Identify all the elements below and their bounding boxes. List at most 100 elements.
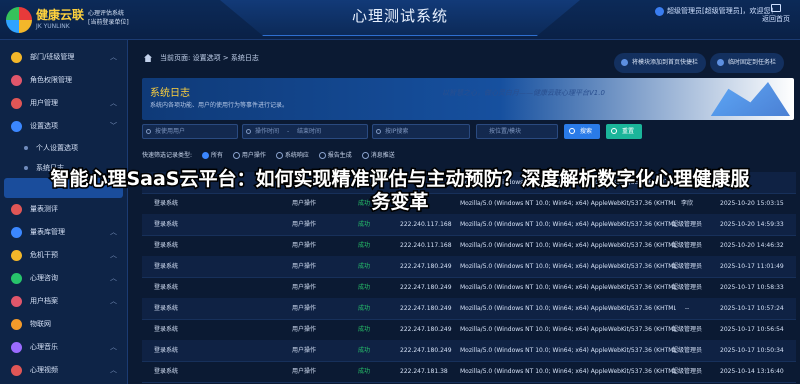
- pin-to-taskbar-button[interactable]: 临时固定到任务栏: [710, 53, 785, 73]
- cell-time: 2025-10-14 13:16:40: [720, 368, 784, 375]
- reset-button-label: 重置: [622, 128, 635, 135]
- sidebar-subitem-active[interactable]: [4, 178, 123, 198]
- table-row[interactable]: 登录系统 用户操作 成功 222.240.117.168 Mozilla/5.0 (Wi…: [142, 214, 796, 236]
- table-row[interactable]: 登录系统 用户操作 成功 222.240.117.168 Mozilla/5.0 (Wi…: [142, 235, 796, 257]
- department-icon: [11, 52, 22, 63]
- app-logo[interactable]: 健康云联 JK YUNLINK 心理评估系统 [当前登录单位]: [6, 5, 154, 35]
- calendar-icon: [246, 129, 251, 134]
- table-row[interactable]: 登录系统 用户操作 成功 222.247.180.249 Mozilla/5.0 (Wi…: [142, 256, 796, 278]
- cell-op: 登录系统: [154, 200, 179, 207]
- cell-type: 用户操作: [292, 263, 317, 270]
- cell-ip: 222.247.180.249: [400, 326, 452, 333]
- cell-time: 2025-10-17 11:01:49: [720, 263, 784, 270]
- sidebar-item-crisis[interactable]: 危机干预 ︿: [0, 244, 127, 267]
- sidebar-item-music[interactable]: 心理音乐 ︿: [0, 336, 127, 359]
- cell-time: 2025-10-20 15:03:15: [720, 200, 784, 207]
- search-icon: [376, 129, 381, 134]
- log-table: 登录系统 用户操作 成功 Mozilla/5.0 (Windows NT 10.0; …: [142, 172, 796, 384]
- type-option-label: 用户操作: [241, 152, 266, 159]
- sidebar-item-user[interactable]: 用户管理 ︿: [0, 92, 127, 115]
- sidebar-item-scale[interactable]: 量表测评: [0, 198, 127, 221]
- sidebar-item-role[interactable]: 角色权限管理: [0, 69, 127, 92]
- cell-time: 2025-10-20 14:46:32: [720, 242, 784, 249]
- cell-time: 2025-10-17 10:50:34: [720, 347, 784, 354]
- sidebar-subitem-personal[interactable]: 个人设置选项: [0, 138, 127, 158]
- table-row[interactable]: 登录系统 用户操作 成功 222.247.180.249 Mozilla/5.0 (Wi…: [142, 319, 796, 341]
- table-row[interactable]: 登录系统 用户操作 成功 222.247.180.249 Mozilla/5.0 (Wi…: [142, 340, 796, 362]
- bullet-icon: [24, 166, 28, 170]
- type-option-label: 报告生成: [327, 152, 352, 159]
- pin-icon: [621, 59, 628, 66]
- sidebar-item-iot[interactable]: 物联网: [0, 313, 127, 336]
- sidebar-item-settings[interactable]: 设置选项 ﹀: [0, 115, 127, 138]
- sidebar-item-library[interactable]: 量表库管理 ︿: [0, 221, 127, 244]
- table-row[interactable]: 登录系统 用户操作 成功 222.247.180.249 Mozilla/5.0 (Wi…: [142, 277, 796, 299]
- sidebar-item-video[interactable]: 心理视频 ︿: [0, 359, 127, 382]
- logo-sub-line2: [当前登录单位]: [88, 19, 129, 26]
- radio-message[interactable]: [361, 152, 369, 159]
- sidebar-subitem-system-log[interactable]: 系统日志: [0, 158, 127, 178]
- cell-type: 用户操作: [292, 284, 317, 291]
- search-button-label: 搜索: [580, 128, 593, 135]
- consult-icon: [11, 273, 22, 284]
- cell-user: 超级管理员: [671, 242, 702, 249]
- cell-time: 2025-10-17 10:58:33: [720, 284, 784, 291]
- sidebar-item-department[interactable]: 部门/班级管理 ︿: [0, 46, 127, 69]
- cell-ua: Mozilla/5.0 (Windows NT 10.0; Win64; x64…: [460, 305, 676, 312]
- back-home-button[interactable]: 返回首页: [758, 4, 794, 24]
- library-icon: [11, 227, 22, 238]
- sidebar-item-consult[interactable]: 心理咨询 ︿: [0, 267, 127, 290]
- home-icon[interactable]: [144, 54, 152, 62]
- chevron-up-icon: ︿: [110, 53, 117, 61]
- sidebar-subitem-label: 系统日志: [36, 164, 64, 172]
- sidebar-item-label: 心理音乐: [30, 343, 58, 351]
- cell-user: --: [684, 305, 690, 312]
- cell-ua: Mozilla/5.0 (Windows NT 10.0; Win64; x64…: [460, 200, 676, 207]
- table-row[interactable]: 登录系统 用户操作 成功 Mozilla/5.0 (Windows NT 10.0; …: [142, 172, 796, 194]
- back-home-label: 返回首页: [762, 15, 790, 23]
- settings-icon: [11, 121, 22, 132]
- sidebar-item-label: 心理咨询: [30, 274, 58, 282]
- cell-op: 登录系统: [154, 347, 179, 354]
- reset-button[interactable]: 重置: [606, 124, 643, 139]
- module-select[interactable]: 按位置/模块: [476, 124, 558, 139]
- pin-to-home-button[interactable]: 将模块添加到首页快捷栏: [614, 53, 707, 73]
- cell-user: 超级管理员: [671, 221, 702, 228]
- cell-type: 用户操作: [292, 347, 317, 354]
- reset-icon: [611, 128, 617, 134]
- cell-status: 成功: [358, 326, 371, 333]
- logo-english-name: JK YUNLINK: [36, 23, 70, 30]
- logo-subtitle: 心理评估系统 [当前登录单位]: [88, 9, 129, 27]
- user-avatar-icon: [655, 6, 664, 16]
- cell-type: 用户操作: [292, 368, 317, 375]
- crisis-icon: [11, 250, 22, 261]
- cell-type: 用户操作: [292, 305, 317, 312]
- table-row[interactable]: 登录系统 用户操作 成功 222.247.180.249 Mozilla/5.0 (Wi…: [142, 298, 796, 320]
- cell-ua: Mozilla/5.0 (Windows NT 10.0; Win64; x64…: [460, 284, 676, 291]
- radio-report[interactable]: [318, 152, 326, 159]
- cell-status: 成功: [358, 200, 371, 207]
- banner-slogan: 以智慧之心，做心灵白月——健康云联心理平台V1.0: [442, 89, 605, 97]
- radio-system[interactable]: [275, 152, 283, 159]
- logo-sub-line1: 心理评估系统: [88, 10, 125, 17]
- sidebar-item-archive[interactable]: 用户档案 ︿: [0, 290, 127, 313]
- search-button[interactable]: 搜索: [564, 124, 601, 139]
- radio-user-op[interactable]: [232, 152, 240, 159]
- cell-type: 用户操作: [292, 200, 317, 207]
- table-row[interactable]: 登录系统 用户操作 成功 222.247.181.38 Mozilla/5.0 (Win…: [142, 361, 796, 383]
- user-search-input[interactable]: 按使用用户: [142, 124, 238, 139]
- time-range-input[interactable]: 操作时间 - 结束时间: [242, 124, 368, 139]
- logo-mark-icon: [6, 7, 32, 33]
- taskbar-icon: [717, 59, 724, 66]
- cell-op: 登录系统: [154, 221, 179, 228]
- ip-search-input[interactable]: 按IP搜索: [372, 124, 470, 139]
- cell-status: 成功: [358, 179, 371, 186]
- sidebar-item-label: 用户档案: [30, 297, 58, 305]
- cell-op: 登录系统: [154, 284, 179, 291]
- radio-all[interactable]: [201, 152, 209, 159]
- type-option-label: 消息推送: [370, 152, 395, 159]
- sidebar-item-label: 心理视频: [30, 366, 58, 374]
- cell-user: 超级管理员: [671, 347, 702, 354]
- table-row[interactable]: 登录系统 用户操作 成功 Mozilla/5.0 (Windows NT 10.0; …: [142, 193, 796, 215]
- search-icon: [569, 128, 575, 134]
